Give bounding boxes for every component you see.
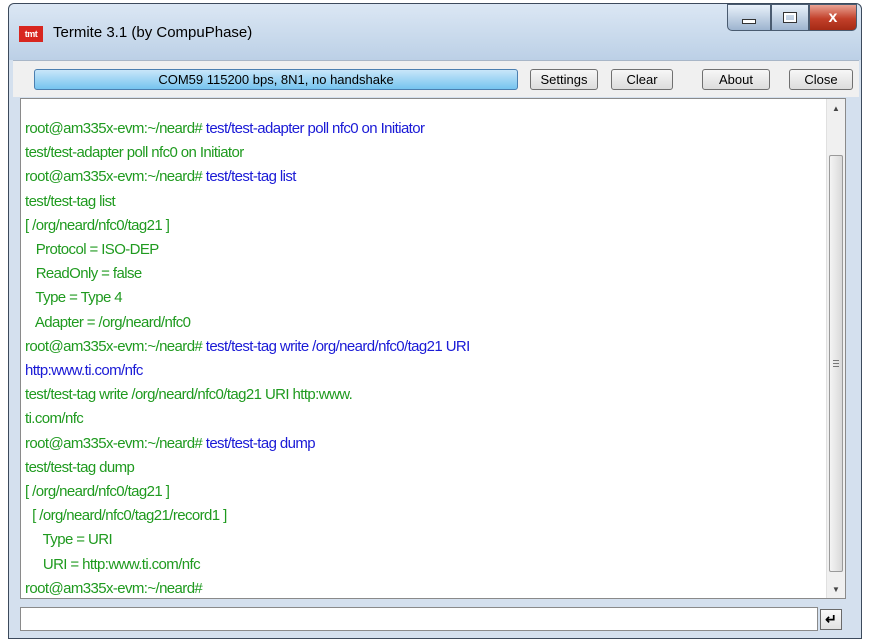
command-input[interactable] xyxy=(20,607,818,631)
terminal-line: root@am335x-evm:~/neard# test/test-adapt… xyxy=(25,117,470,141)
close-icon: x xyxy=(828,8,838,26)
send-button[interactable]: ↵ xyxy=(820,609,842,630)
terminal-line: [ /org/neard/nfc0/tag21 ] xyxy=(25,480,470,504)
terminal-line: ReadOnly = false xyxy=(25,262,470,286)
terminal-lines: root@am335x-evm:~/neard# test/test-adapt… xyxy=(25,117,470,601)
echo-text: test/test-adapter poll nfc0 on Initiator xyxy=(25,144,244,162)
terminal-output[interactable]: root@am335x-evm:~/neard# test/test-adapt… xyxy=(20,98,846,599)
echo-text: test/test-tag list xyxy=(25,192,116,210)
app-icon[interactable]: tmt xyxy=(19,26,43,42)
enter-icon: ↵ xyxy=(825,611,837,627)
echo-text: [ /org/neard/nfc0/tag21 ] xyxy=(25,216,170,234)
terminal-line: root@am335x-evm:~/neard# xyxy=(25,577,470,601)
terminal-line: test/test-tag dump xyxy=(25,456,470,480)
echo-text: root@am335x-evm:~/neard# xyxy=(25,168,206,186)
echo-text: root@am335x-evm:~/neard# xyxy=(25,434,206,452)
close-button[interactable]: Close xyxy=(789,69,853,90)
terminal-line: URI = http:www.ti.com/nfc xyxy=(25,553,470,577)
terminal-line: test/test-tag list xyxy=(25,190,470,214)
echo-text: root@am335x-evm:~/neard# xyxy=(25,120,206,137)
clear-button[interactable]: Clear xyxy=(611,69,673,90)
terminal-line: root@am335x-evm:~/neard# test/test-tag w… xyxy=(25,335,470,359)
grip-icon xyxy=(833,360,839,367)
terminal-line: Type = Type 4 xyxy=(25,286,470,310)
scroll-down-arrow-icon[interactable]: ▼ xyxy=(827,580,845,598)
about-button[interactable]: About xyxy=(702,69,770,90)
scrollbar-thumb[interactable] xyxy=(829,155,843,572)
typed-text: test/test-tag write /org/neard/nfc0/tag2… xyxy=(205,337,471,355)
minimize-button[interactable] xyxy=(727,4,771,31)
window-close-button[interactable]: x xyxy=(809,4,857,31)
echo-text: URI = http:www.ti.com/nfc xyxy=(25,555,201,573)
typed-text: test/test-adapter poll nfc0 on Initiator xyxy=(205,120,425,137)
terminal-line: Protocol = ISO-DEP xyxy=(25,238,470,262)
terminal-line: root@am335x-evm:~/neard# test/test-tag l… xyxy=(25,165,470,189)
echo-text: ReadOnly = false xyxy=(25,265,143,283)
echo-text: test/test-tag dump xyxy=(25,458,135,476)
echo-text: root@am335x-evm:~/neard# xyxy=(25,579,206,597)
terminal-line: [ /org/neard/nfc0/tag21/record1 ] xyxy=(25,504,470,528)
terminal-line: test/test-tag write /org/neard/nfc0/tag2… xyxy=(25,383,470,407)
terminal-line: http:www.ti.com/nfc xyxy=(25,359,470,383)
maximize-icon xyxy=(783,12,797,23)
typed-text: http:www.ti.com/nfc xyxy=(25,362,143,380)
terminal-line: Adapter = /org/neard/nfc0 xyxy=(25,311,470,335)
echo-text: [ /org/neard/nfc0/tag21 ] xyxy=(25,483,170,501)
terminal-line: ti.com/nfc xyxy=(25,407,470,431)
settings-button[interactable]: Settings xyxy=(530,69,598,90)
title-bar[interactable]: tmt Termite 3.1 (by CompuPhase) x xyxy=(9,4,861,60)
echo-text: [ /org/neard/nfc0/tag21/record1 ] xyxy=(25,507,227,525)
terminal-line: test/test-adapter poll nfc0 on Initiator xyxy=(25,141,470,165)
typed-text: test/test-tag list xyxy=(205,168,297,186)
echo-text: root@am335x-evm:~/neard# xyxy=(25,337,206,355)
echo-text: ti.com/nfc xyxy=(25,410,84,428)
typed-text: test/test-tag dump xyxy=(205,434,316,452)
maximize-button[interactable] xyxy=(771,4,809,31)
window-title: Termite 3.1 (by CompuPhase) xyxy=(53,24,253,41)
scroll-up-arrow-icon[interactable]: ▲ xyxy=(827,99,845,117)
echo-text: test/test-tag write /org/neard/nfc0/tag2… xyxy=(25,386,353,404)
connection-status[interactable]: COM59 115200 bps, 8N1, no handshake xyxy=(34,69,518,90)
minimize-icon xyxy=(742,19,756,24)
echo-text: Type = URI xyxy=(25,531,113,549)
vertical-scrollbar[interactable]: ▲ ▼ xyxy=(826,99,845,598)
echo-text: Protocol = ISO-DEP xyxy=(25,241,160,259)
toolbar: COM59 115200 bps, 8N1, no handshake Sett… xyxy=(13,60,859,97)
terminal-line: root@am335x-evm:~/neard# test/test-tag d… xyxy=(25,432,470,456)
echo-text: Type = Type 4 xyxy=(25,289,123,307)
echo-text: Adapter = /org/neard/nfc0 xyxy=(25,313,191,331)
terminal-line: Type = URI xyxy=(25,528,470,552)
terminal-line: [ /org/neard/nfc0/tag21 ] xyxy=(25,214,470,238)
